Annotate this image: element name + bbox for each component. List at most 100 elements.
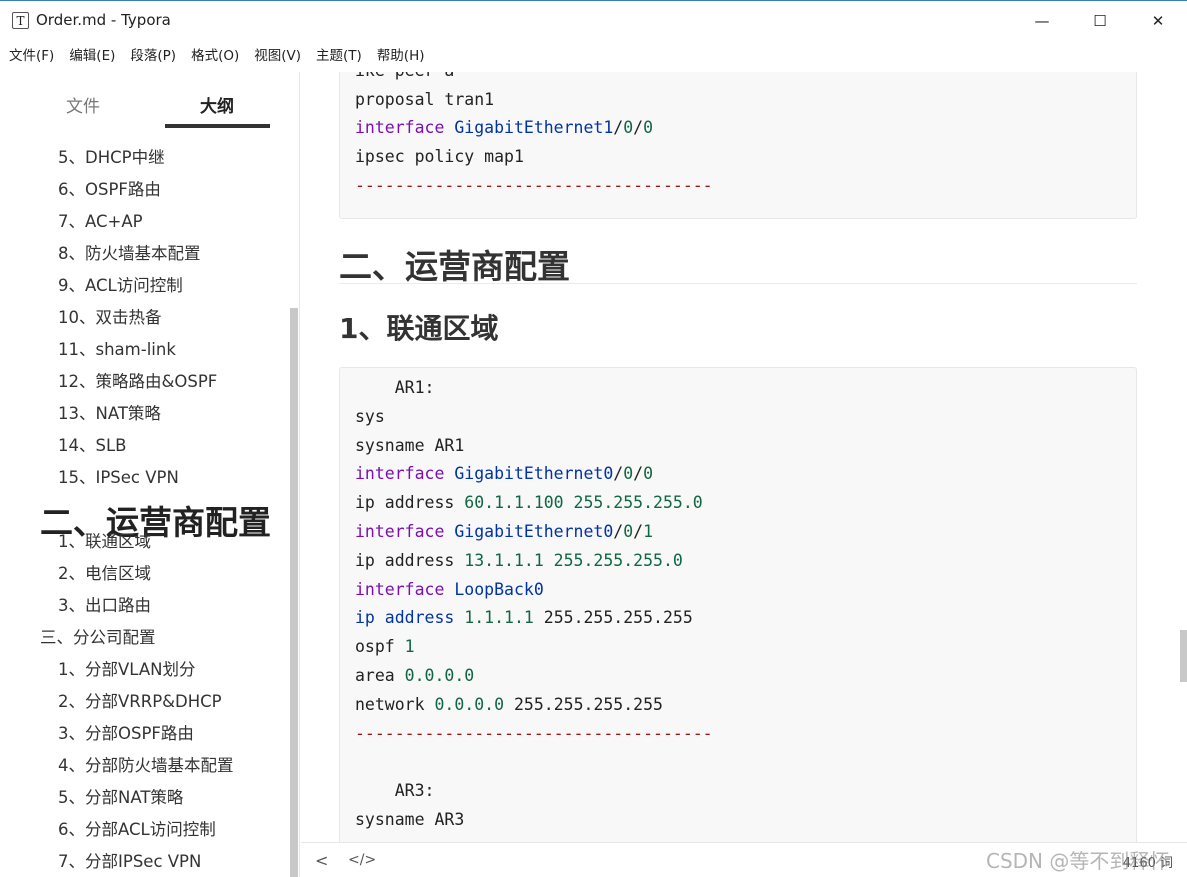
code-token: 0.0.0.0 — [404, 666, 475, 685]
code-token: AR3: — [355, 781, 435, 801]
code-token: / — [633, 118, 644, 138]
code-token: / — [613, 522, 624, 541]
code-block[interactable]: ike-peer a proposal tran1 interface Gigabi… — [339, 72, 1137, 219]
code-token: proposal tran1 — [355, 89, 495, 109]
close-button[interactable]: ✕ — [1129, 1, 1187, 41]
code-line: interface GigabitEthernet0/0/1 — [355, 522, 653, 541]
code-token: ------------------------------------ — [355, 175, 713, 195]
code-token: sysname AR3 — [355, 810, 465, 829]
code-token: 1 — [404, 637, 415, 657]
code-line: ------------------------------------ — [355, 176, 713, 195]
outline-item[interactable]: 2、电信区域 — [58, 560, 151, 584]
outline-item[interactable]: 6、OSPF路由 — [58, 176, 161, 200]
code-line: ipsec policy map1 — [355, 147, 524, 166]
code-line: interface LoopBack0 — [355, 580, 544, 599]
menu-view[interactable]: 视图(V) — [254, 44, 301, 68]
code-token: 0 — [643, 464, 654, 484]
code-token: GigabitEthernet1 — [454, 118, 614, 138]
outline-item[interactable]: 8、防火墙基本配置 — [58, 240, 201, 264]
menu-theme[interactable]: 主题(T) — [316, 44, 362, 68]
code-line: sysname AR3 — [355, 810, 464, 829]
outline-item[interactable]: 13、NAT策略 — [58, 400, 161, 424]
outline-item[interactable]: 12、策略路由&OSPF — [58, 368, 217, 392]
minimize-button[interactable]: — — [1013, 1, 1071, 41]
code-token: 0 — [623, 464, 634, 484]
code-line: ip address 60.1.1.100 255.255.255.0 — [355, 493, 703, 512]
code-line: sys — [355, 407, 385, 426]
code-token: area — [355, 666, 405, 685]
outline-item[interactable]: 1、分部VLAN划分 — [58, 656, 196, 680]
outline-item[interactable]: 11、sham-link — [58, 336, 176, 360]
code-token: 0 — [623, 522, 634, 541]
code-token: ip address — [355, 493, 465, 513]
typora-app-icon: T — [12, 12, 29, 29]
code-line: sysname AR1 — [355, 436, 464, 455]
outline-item[interactable]: 1、联通区域 — [58, 528, 151, 552]
code-line: AR1: — [355, 378, 435, 397]
code-token: / — [633, 522, 644, 541]
code-token: interface — [355, 522, 455, 541]
code-line: network 0.0.0.0 255.255.255.255 — [355, 695, 663, 714]
outline-item[interactable]: 14、SLB — [58, 432, 126, 456]
heading-2: 1、联通区域 — [339, 312, 499, 345]
outline-item[interactable]: 6、分部ACL访问控制 — [58, 816, 216, 840]
outline-item[interactable]: 5、分部NAT策略 — [58, 784, 183, 808]
code-token: interface — [355, 118, 455, 138]
editor-scrollbar[interactable] — [1180, 630, 1187, 682]
source-code-icon[interactable]: </> — [348, 852, 376, 868]
outline-item[interactable]: 3、分部OSPF路由 — [58, 720, 194, 744]
code-token: sys — [355, 406, 385, 426]
code-token: sysname AR1 — [355, 435, 465, 455]
code-token: / — [613, 118, 624, 138]
code-token: / — [633, 464, 644, 484]
outline-item[interactable]: 15、IPSec VPN — [58, 464, 179, 488]
code-token: interface — [355, 579, 455, 599]
menu-help[interactable]: 帮助(H) — [377, 44, 425, 68]
menu-paragraph[interactable]: 段落(P) — [130, 44, 176, 68]
maximize-button[interactable]: ☐ — [1071, 1, 1129, 41]
code-token: ike-peer a — [355, 72, 454, 80]
code-token: / — [613, 464, 624, 484]
chevron-left-icon[interactable]: < — [315, 851, 328, 870]
code-line: ike-peer a — [355, 72, 454, 80]
menu-bar: 文件(F) 编辑(E) 段落(P) 格式(O) 视图(V) 主题(T) 帮助(H) — [0, 44, 1187, 68]
code-block[interactable]: AR1: sys sysname AR1 interface GigabitEther… — [339, 367, 1137, 842]
outline-item[interactable]: 2、分部VRRP&DHCP — [58, 688, 222, 712]
tab-outline[interactable]: 大纲 — [200, 92, 234, 117]
outline-item[interactable]: 9、ACL访问控制 — [58, 272, 183, 296]
code-token: interface — [355, 464, 455, 484]
code-token: GigabitEthernet0 — [454, 464, 614, 484]
code-line: interface GigabitEthernet1/0/0 — [355, 118, 653, 137]
code-token: 60.1.1.100 255.255.255.0 — [464, 493, 703, 513]
code-line: interface GigabitEthernet0/0/0 — [355, 464, 653, 483]
code-token: LoopBack0 — [454, 579, 544, 599]
outline-item[interactable]: 7、分部IPSec VPN — [58, 848, 201, 872]
code-line: ospf 1 — [355, 637, 415, 656]
code-token: ipsec policy map1 — [355, 147, 524, 167]
active-tab-indicator — [165, 124, 270, 128]
code-token: network — [355, 694, 435, 714]
menu-edit[interactable]: 编辑(E) — [69, 44, 115, 68]
outline-item[interactable]: 10、双击热备 — [58, 304, 162, 328]
outline-item[interactable]: 3、出口路由 — [58, 592, 151, 616]
sidebar: 文件 大纲 5、DHCP中继 6、OSPF路由 7、AC+AP 8、防火墙基本配置 9、… — [0, 72, 300, 877]
window-title: Order.md - Typora — [36, 11, 171, 29]
tab-files[interactable]: 文件 — [66, 92, 100, 117]
code-token: 255.255.255.255 — [543, 608, 693, 628]
code-line: area 0.0.0.0 — [355, 666, 474, 685]
code-token: 0 — [643, 118, 654, 138]
code-token: ip address — [355, 608, 465, 628]
code-token: 255.255.255.255 — [513, 694, 663, 714]
outline-item[interactable]: 三、分公司配置 — [40, 624, 156, 648]
code-token: GigabitEthernet0 — [454, 522, 614, 541]
menu-file[interactable]: 文件(F) — [9, 44, 54, 68]
code-token: 1.1.1.1 — [464, 608, 544, 628]
menu-format[interactable]: 格式(O) — [191, 44, 239, 68]
outline-item[interactable]: 7、AC+AP — [58, 208, 143, 232]
outline-item[interactable]: 5、DHCP中继 — [58, 144, 165, 168]
code-token: 13.1.1.1 255.255.255.0 — [464, 550, 683, 570]
code-token: ------------------------------------ — [355, 723, 713, 743]
editor-content[interactable]: ike-peer a proposal tran1 interface Gigabi… — [301, 72, 1187, 842]
outline-item[interactable]: 4、分部防火墙基本配置 — [58, 752, 234, 776]
sidebar-scrollbar[interactable] — [290, 308, 298, 877]
